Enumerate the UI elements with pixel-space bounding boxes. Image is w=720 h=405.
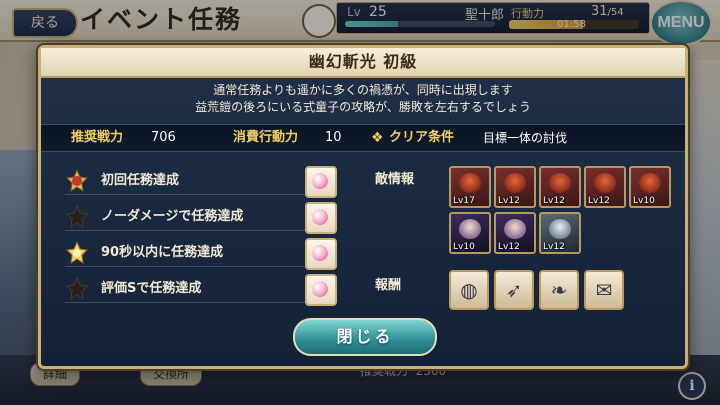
- enemy-level: Lv10: [453, 242, 475, 252]
- power-value: 706: [151, 130, 176, 145]
- mission-text: 初回任務達成: [101, 173, 180, 188]
- reward-label: 報酬: [375, 278, 402, 293]
- mission-reward-slot: [305, 166, 337, 198]
- mission-reward-slot: [305, 274, 337, 306]
- description-line-1: 通常任務よりも遥かに多くの禍憑が、同時に出現します: [213, 83, 513, 97]
- mission-row: 初回任務達成: [65, 166, 337, 198]
- mission-stats-row: 推奨戦力 706 消費行動力 10 ❖ クリア条件 目標一体の討伐: [41, 124, 685, 152]
- close-button[interactable]: 閉じる: [293, 318, 437, 356]
- description-line-2: 益荒鎧の後ろにいる式童子の攻略が、勝敗を左右するでしょう: [195, 100, 531, 114]
- clear-condition-value: 目標一体の討伐: [483, 131, 568, 145]
- mission-reward-slot: [305, 202, 337, 234]
- enemy-level: Lv17: [453, 196, 475, 206]
- enemy-face-icon: [594, 173, 616, 193]
- medal-gold-icon: [65, 241, 89, 265]
- enemy-level: Lv10: [633, 196, 655, 206]
- dialog-title-bar: 幽幻斬光 初級: [41, 48, 685, 78]
- enemy-portrait[interactable]: Lv12: [494, 212, 536, 254]
- enemy-face-icon: [459, 219, 481, 239]
- feather-icon[interactable]: ➶: [494, 270, 534, 310]
- enemy-face-icon: [504, 173, 526, 193]
- mission-detail-dialog: 幽幻斬光 初級 通常任務よりも遥かに多くの禍憑が、同時に出現します 益荒鎧の後ろ…: [38, 45, 688, 369]
- medal-red-icon: [65, 169, 89, 193]
- mission-description: 通常任務よりも遥かに多くの禍憑が、同時に出現します 益荒鎧の後ろにいる式童子の攻…: [41, 82, 685, 116]
- gem-icon: [312, 173, 328, 189]
- enemy-level: Lv12: [543, 196, 565, 206]
- talisman-icon[interactable]: ✉: [584, 270, 624, 310]
- clear-condition-icon: ❖: [371, 130, 384, 146]
- gem-icon: [312, 245, 328, 261]
- cost-label: 消費行動力: [233, 130, 299, 145]
- enemy-portrait[interactable]: Lv12: [584, 166, 626, 208]
- orb-icon[interactable]: ◍: [449, 270, 489, 310]
- enemy-portrait[interactable]: Lv10: [449, 212, 491, 254]
- mission-row: 90秒以内に任務達成: [65, 238, 337, 270]
- power-label: 推奨戦力: [71, 130, 124, 145]
- mission-row: 評価Sで任務達成: [65, 274, 337, 306]
- dialog-title: 幽幻斬光 初級: [308, 52, 418, 71]
- mission-reward-slot: [305, 238, 337, 270]
- mission-text: ノーダメージで任務達成: [101, 209, 244, 224]
- enemy-face-icon: [549, 173, 571, 193]
- enemy-portrait[interactable]: Lv12: [494, 166, 536, 208]
- mission-row: ノーダメージで任務達成: [65, 202, 337, 234]
- enemy-info-label: 敵情報: [375, 172, 415, 187]
- enemy-level: Lv12: [498, 196, 520, 206]
- enemy-face-icon: [639, 173, 661, 193]
- medal-locked-icon: [65, 205, 89, 229]
- scroll-icon[interactable]: ❧: [539, 270, 579, 310]
- enemy-level: Lv12: [543, 242, 565, 252]
- enemy-level: Lv12: [498, 242, 520, 252]
- enemy-face-icon: [459, 173, 481, 193]
- enemy-level: Lv12: [588, 196, 610, 206]
- mission-text: 90秒以内に任務達成: [101, 245, 224, 260]
- cost-value: 10: [325, 130, 342, 145]
- enemy-face-icon: [504, 219, 526, 239]
- gem-icon: [312, 281, 328, 297]
- enemy-portrait[interactable]: Lv12: [539, 166, 581, 208]
- enemy-portrait[interactable]: Lv17: [449, 166, 491, 208]
- gem-icon: [312, 209, 328, 225]
- enemy-portrait[interactable]: Lv12: [539, 212, 581, 254]
- clear-condition-label: クリア条件: [389, 130, 455, 145]
- medal-locked-icon: [65, 277, 89, 301]
- enemy-face-icon: [549, 219, 571, 239]
- enemy-portrait[interactable]: Lv10: [629, 166, 671, 208]
- mission-text: 評価Sで任務達成: [101, 281, 202, 296]
